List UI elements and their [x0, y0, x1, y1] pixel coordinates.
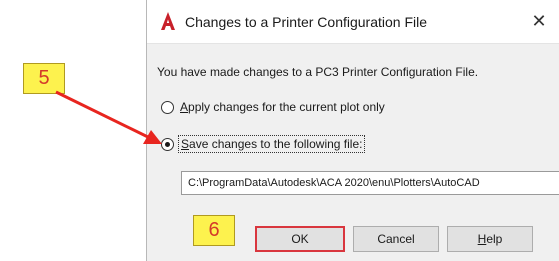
apply-current-plot-radio[interactable]: Apply changes for the current plot only — [161, 99, 387, 115]
dialog-title: Changes to a Printer Configuration File — [185, 14, 428, 30]
step-5-badge: 5 — [23, 63, 65, 94]
file-path-field[interactable]: C:\ProgramData\Autodesk\ACA 2020\enu\Plo… — [181, 171, 559, 195]
radio-label[interactable]: Apply changes for the current plot only — [178, 99, 387, 115]
message-text: You have made changes to a PC3 Printer C… — [157, 65, 479, 79]
title-bar: Changes to a Printer Configuration File … — [147, 0, 559, 44]
ok-button[interactable]: OK — [255, 226, 345, 252]
help-button[interactable]: Help — [447, 226, 533, 252]
autocad-a-icon — [161, 12, 175, 30]
radio-button-checked[interactable] — [161, 137, 174, 151]
radio-button[interactable] — [161, 100, 174, 114]
cancel-button[interactable]: Cancel — [353, 226, 439, 252]
radio-label[interactable]: Save changes to the following file: — [178, 135, 366, 153]
step-6-badge: 6 — [193, 215, 235, 246]
save-to-file-radio[interactable]: Save changes to the following file: — [161, 135, 366, 153]
close-icon[interactable]: ✕ — [518, 4, 559, 40]
